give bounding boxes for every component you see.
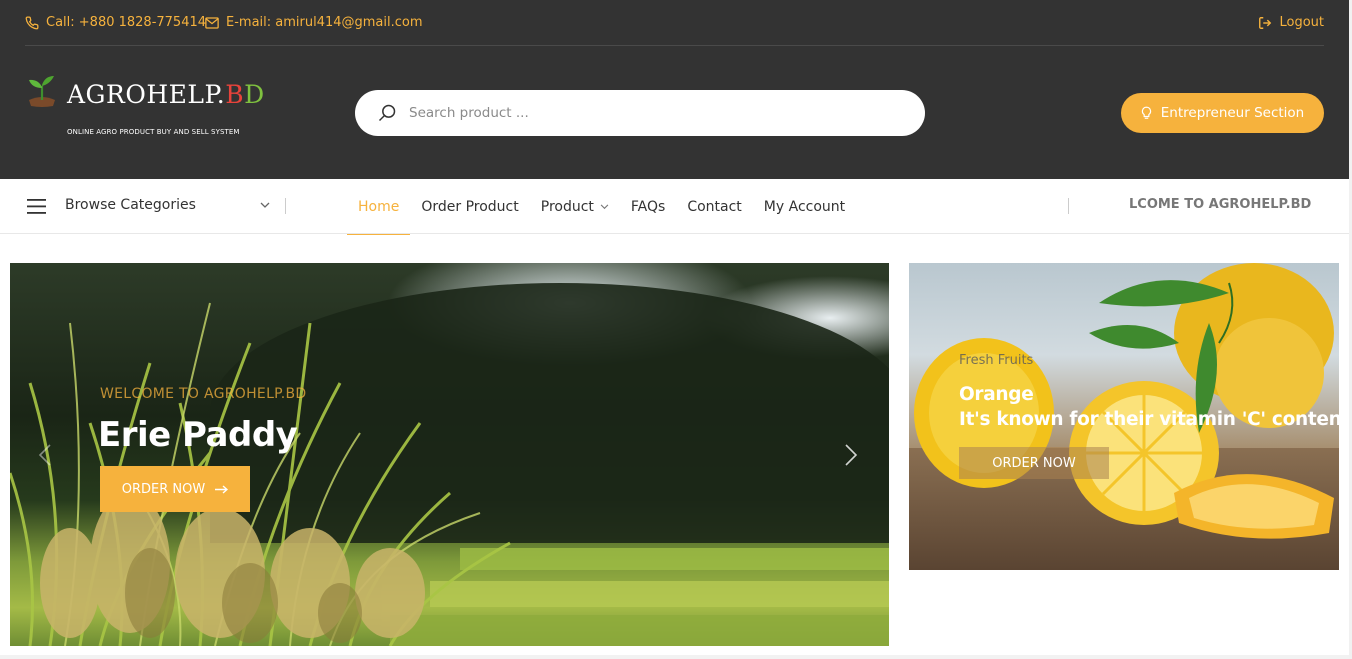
side-banner-title-line1: Orange xyxy=(959,384,1034,405)
side-banner-title: Orange It's known for their vitamin 'C' … xyxy=(959,382,1339,432)
search-bar xyxy=(355,90,925,136)
lightbulb-icon xyxy=(1141,106,1151,119)
phone-icon xyxy=(25,16,39,30)
slider-next-arrow-icon[interactable] xyxy=(844,443,858,467)
envelope-icon xyxy=(205,17,219,29)
side-banner-subtitle: Fresh Fruits xyxy=(959,353,1034,368)
side-banner-orange: Fresh Fruits Orange It's known for their… xyxy=(909,263,1339,570)
chevron-down-icon xyxy=(600,203,609,209)
browse-categories[interactable]: Browse Categories xyxy=(65,197,196,213)
nav-divider xyxy=(1068,198,1069,214)
hero-order-now-button[interactable]: ORDER NOW xyxy=(100,466,250,512)
side-banner-title-line2: It's known for their vitamin 'C' content… xyxy=(959,409,1339,430)
site-logo[interactable]: AGROHELP.BD ONLINE AGRO PRODUCT BUY AND … xyxy=(26,74,264,140)
welcome-marquee: LCOME TO AGROHELP.BD xyxy=(1129,197,1312,212)
hero-order-now-label: ORDER NOW xyxy=(121,481,206,497)
main-navbar: Browse Categories Home Order Product Pro… xyxy=(0,179,1352,235)
side-order-now-button[interactable]: ORDER NOW xyxy=(959,447,1109,479)
hamburger-menu-icon[interactable] xyxy=(27,199,46,214)
call-link[interactable]: Call: +880 1828-775414 xyxy=(25,14,206,32)
arrow-right-icon xyxy=(215,484,229,494)
slider-prev-arrow-icon[interactable] xyxy=(38,443,52,467)
logo-wordmark: AGROHELP.BD xyxy=(67,80,265,109)
call-text: Call: +880 1828-775414 xyxy=(46,15,207,30)
logout-link[interactable]: Logout xyxy=(1258,14,1324,32)
search-input[interactable] xyxy=(409,100,899,126)
nav-product[interactable]: Product xyxy=(530,179,620,234)
hero-subtitle: WELCOME TO AGROHELP.BD xyxy=(100,386,307,402)
nav-my-account[interactable]: My Account xyxy=(753,179,856,234)
logout-icon xyxy=(1259,17,1272,29)
nav-links: Home Order Product Product FAQs Contact … xyxy=(347,179,856,235)
nav-divider xyxy=(285,198,286,214)
page-bottom-border xyxy=(0,655,1352,659)
top-header: Call: +880 1828-775414 E-mail: amirul414… xyxy=(0,0,1352,179)
logout-text: Logout xyxy=(1279,15,1324,30)
hero-title: Erie Paddy xyxy=(98,415,298,455)
hero-slider: WELCOME TO AGROHELP.BD Erie Paddy ORDER … xyxy=(10,263,889,646)
email-link[interactable]: E-mail: amirul414@gmail.com xyxy=(205,14,423,32)
search-icon[interactable] xyxy=(377,103,397,123)
sprout-logo-icon xyxy=(29,76,55,107)
entrepreneur-label: Entrepreneur Section xyxy=(1160,105,1305,121)
logo-tagline: ONLINE AGRO PRODUCT BUY AND SELL SYSTEM xyxy=(67,128,240,136)
nav-home[interactable]: Home xyxy=(347,179,411,235)
nav-order-product[interactable]: Order Product xyxy=(410,179,529,234)
nav-contact[interactable]: Contact xyxy=(676,179,752,234)
nav-faqs[interactable]: FAQs xyxy=(620,179,676,234)
chevron-down-icon[interactable] xyxy=(260,202,270,209)
email-text: E-mail: amirul414@gmail.com xyxy=(226,15,423,30)
entrepreneur-section-button[interactable]: Entrepreneur Section xyxy=(1121,93,1324,133)
topbar: Call: +880 1828-775414 E-mail: amirul414… xyxy=(25,0,1324,46)
